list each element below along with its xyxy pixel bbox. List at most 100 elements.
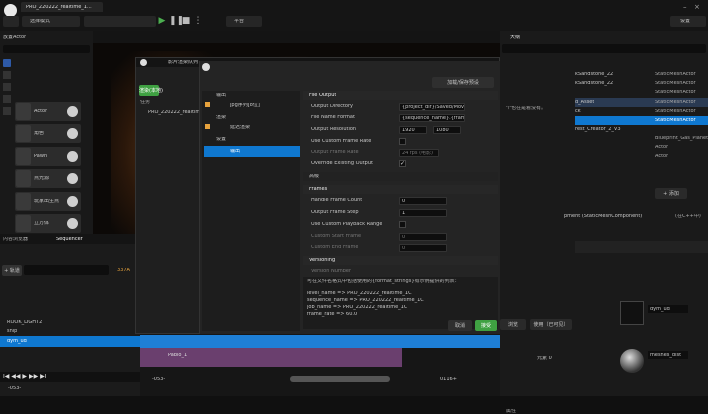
mesh-thumbnail — [620, 301, 644, 325]
custom-playback-checkbox[interactable] — [399, 221, 406, 228]
tree-output-category: 输出 — [216, 93, 227, 98]
range-end: 0116+ — [440, 377, 457, 382]
play-icon[interactable]: ▶ — [157, 16, 167, 27]
player-start-item[interactable]: 玩家出生点 — [15, 192, 81, 211]
timeline-area[interactable]: Pablo_1 -053- 0116+ — [140, 327, 500, 396]
cancel-button[interactable]: 取消 — [448, 320, 472, 331]
track-row[interactable]: ship — [0, 327, 140, 336]
section-versioning[interactable]: Versioning — [303, 256, 498, 265]
load-save-preset-button[interactable]: 加载/保存预设 — [432, 77, 494, 88]
mode-select-button[interactable]: 选择模式 — [22, 16, 80, 27]
minimize-icon[interactable]: – — [683, 3, 690, 11]
file-name-format-label: File Name Format — [311, 115, 355, 120]
override-existing-checkbox[interactable]: ✓ — [399, 160, 406, 167]
output-resolution-label: Output Resolution — [311, 127, 357, 132]
material-thumbnail — [620, 349, 644, 373]
component-label: pment (StaticMeshComponent) — [564, 214, 643, 219]
output-icon — [205, 102, 210, 107]
outliner-title: 大纲 — [510, 35, 521, 40]
material-select[interactable]: meshes_dist — [648, 351, 688, 359]
tree-render-category: 渲染 — [216, 115, 227, 120]
actor-item[interactable]: Actor — [15, 102, 81, 121]
sequencer-panel: 内容浏览器 Sequencer + 轨道 337A ROOK_LIGHT2 sh… — [0, 234, 140, 396]
add-track-button[interactable]: + 轨道 — [2, 265, 22, 276]
close-icon[interactable]: × — [694, 3, 701, 11]
settings-button[interactable]: 设置 — [670, 16, 706, 27]
render-icon — [205, 124, 210, 129]
title-bar: PRO_220222_realtime_1... – × 选择模式 ▶ ❚❚ ■… — [0, 0, 708, 31]
empty-message: 个也在是着没有。 — [506, 106, 547, 111]
fps-readout: 337A — [117, 268, 130, 273]
custom-playback-label: Use Custom Playback Range — [311, 222, 383, 227]
track-row[interactable]: ROOK_LIGHT2 — [0, 318, 140, 327]
toolbar-group[interactable] — [84, 16, 156, 27]
render-local-button[interactable]: 渲染(本地) — [139, 85, 163, 96]
jobs-label: 任务 — [140, 100, 151, 105]
panel-title: 放置Actor — [3, 35, 27, 40]
character-item[interactable]: 角色 — [15, 124, 81, 143]
save-icon[interactable] — [3, 16, 19, 27]
file-name-format-field[interactable]: {sequence_name}.{frame_number} — [399, 114, 465, 122]
section-frames[interactable]: Frames — [303, 185, 498, 194]
camera-cut-track[interactable] — [140, 335, 500, 348]
property-label: 属性 — [506, 409, 517, 414]
custom-frame-rate-checkbox[interactable] — [399, 138, 406, 145]
cube-item[interactable]: 立方体 — [15, 214, 81, 233]
pawn-item[interactable]: Pawn — [15, 147, 81, 166]
settings-tree: 输出 jpg序列[8位] 渲染 延迟渲染 设置 输出 — [202, 91, 300, 331]
use-selected-button[interactable]: 使用（已可见） — [530, 319, 572, 330]
place-actors-panel: 放置Actor Actor 角色 Pawn 点光源 玩家出生点 立方体 — [0, 31, 93, 234]
timeline-scrollbar[interactable] — [290, 376, 390, 382]
output-frame-rate-label: Output Frame Rate — [311, 150, 359, 155]
section-advanced[interactable]: 高级 — [303, 172, 498, 181]
property-grid: File Output Output Directory {project_dir… — [303, 91, 498, 331]
search-input[interactable] — [3, 45, 90, 53]
tree-deferred-rendering[interactable]: 延迟渲染 — [230, 125, 250, 130]
start-time: -053- — [8, 386, 22, 391]
resolution-x-field[interactable]: 1920 — [399, 126, 427, 134]
unreal-logo-icon — [140, 59, 147, 66]
output-frame-step-label: Output Frame Step — [311, 210, 359, 215]
output-frame-rate-select[interactable]: 24 fps (电影) — [399, 149, 439, 157]
more-icon[interactable]: ⋮ — [193, 16, 203, 27]
resolution-y-field[interactable]: 1080 — [433, 126, 461, 134]
track-search-input[interactable] — [24, 265, 109, 275]
outliner-search-input[interactable] — [502, 44, 706, 53]
job-item[interactable]: PRO_220222_realtime — [148, 110, 203, 115]
custom-start-label: Custom Start Frame — [311, 234, 362, 239]
track-row-selected[interactable]: dym_ud — [0, 336, 140, 347]
browse-button[interactable]: 浏览 — [500, 319, 526, 330]
filter-tabs[interactable] — [575, 241, 708, 253]
shot-section[interactable]: Pablo_1 — [140, 348, 402, 367]
unreal-logo-icon — [202, 63, 210, 71]
tree-settings-category: 设置 — [216, 137, 227, 142]
custom-frame-rate-label: Use Custom Frame Rate — [311, 139, 372, 144]
tree-jpg-sequence[interactable]: jpg序列[8位] — [230, 103, 260, 108]
add-component-button[interactable]: + 添加 — [655, 188, 687, 199]
section-file-output[interactable]: File Output — [303, 91, 498, 100]
point-light-item[interactable]: 点光源 — [15, 169, 81, 188]
output-directory-label: Output Directory — [311, 104, 354, 109]
job-settings-panel: 加载/保存预设 输出 jpg序列[8位] 渲染 延迟渲染 设置 输出 File … — [199, 61, 500, 334]
tree-output-selected[interactable]: 输出 — [204, 146, 300, 157]
custom-end-field[interactable]: 0 — [399, 244, 447, 252]
handle-frame-count-field[interactable]: 0 — [399, 197, 447, 205]
mesh-select[interactable]: dym_ud — [648, 305, 688, 313]
output-directory-field[interactable]: {project_dir}/Saved/MovieRen — [399, 103, 465, 111]
output-frame-step-field[interactable]: 1 — [399, 209, 447, 217]
custom-start-field[interactable]: 0 — [399, 233, 447, 241]
viewport-toolbar — [93, 31, 500, 43]
tab-content-browser[interactable]: 内容浏览器 — [3, 237, 28, 242]
outliner-details-panel: 大纲 kSandstone_22 StaticMeshActor kSandsto… — [500, 31, 708, 414]
level-tab[interactable]: PRO_220222_realtime_1... — [21, 2, 103, 12]
stop-icon[interactable]: ■ — [181, 16, 191, 27]
pause-icon[interactable]: ❚❚ — [169, 16, 184, 27]
accept-button[interactable]: 接受 — [475, 320, 497, 331]
override-existing-label: Override Existing Output — [311, 161, 373, 166]
tab-sequencer[interactable]: Sequencer — [56, 237, 83, 242]
transport-controls[interactable]: I◀ ◀◀ ▶ ▶▶ ▶I — [0, 372, 140, 382]
platform-button[interactable]: 平台 — [226, 16, 262, 27]
category-strip[interactable] — [3, 59, 11, 209]
handle-frame-count-label: Handle Frame Count — [311, 198, 363, 203]
version-number-label: Version Number — [311, 269, 352, 274]
